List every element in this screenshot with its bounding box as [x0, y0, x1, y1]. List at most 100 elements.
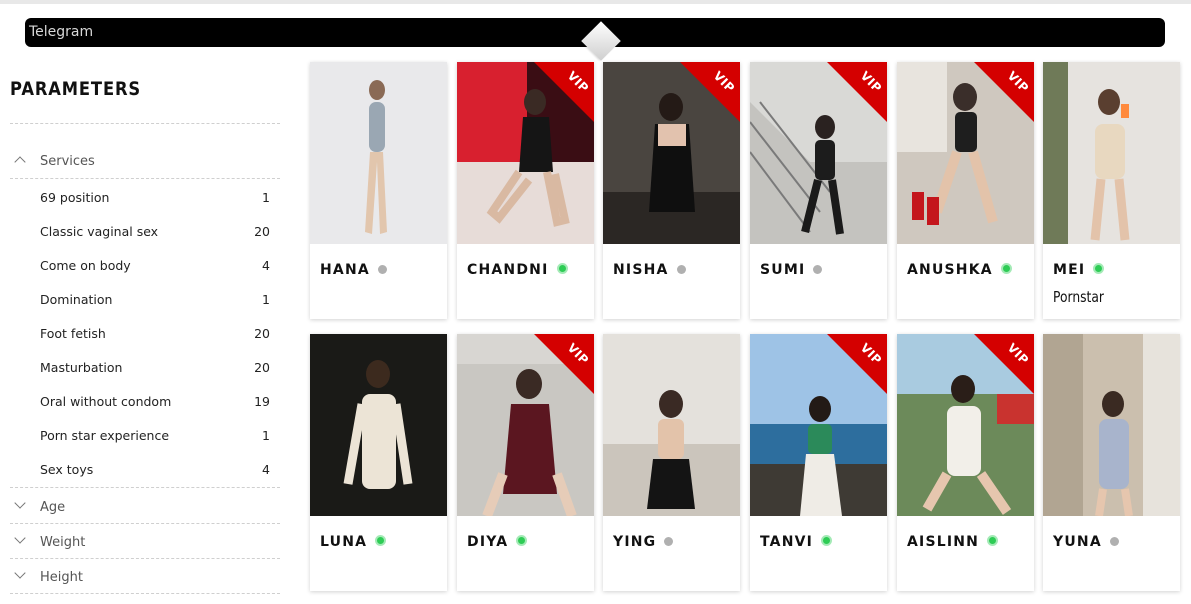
filter-group-age[interactable]: Age [10, 496, 280, 520]
service-count: 20 [254, 326, 270, 341]
service-count: 20 [254, 360, 270, 375]
profile-card-chandni[interactable]: VIP CHANDNI [457, 62, 594, 319]
filter-group-weight[interactable]: Weight [10, 531, 280, 555]
service-label: Sex toys [40, 462, 94, 477]
profile-card-mei[interactable]: MEI Pornstar [1043, 62, 1180, 319]
profile-name-line: TANVI [760, 534, 833, 550]
profile-photo: VIP [897, 334, 1034, 516]
profile-name-line: DIYA [467, 534, 528, 550]
service-label: Masturbation [40, 360, 123, 375]
chevron-down-icon [14, 497, 26, 509]
profile-card-sumi[interactable]: VIP SUMI [750, 62, 887, 319]
offline-status-dot [1109, 537, 1119, 546]
service-count: 4 [262, 258, 270, 273]
service-count: 1 [262, 292, 270, 307]
profile-name: ANUSHKA [907, 262, 993, 278]
service-label: Oral without condom [40, 394, 172, 409]
profile-card-hana[interactable]: HANA [310, 62, 447, 319]
filter-group-label: Weight [40, 535, 86, 550]
profile-photo [310, 334, 447, 516]
service-count: 19 [254, 394, 270, 409]
profile-photo [1043, 62, 1180, 244]
profile-name-line: ANUSHKA [907, 262, 1012, 278]
online-status-dot [1093, 263, 1105, 274]
profile-photo: VIP [603, 62, 740, 244]
online-status-dot [1000, 263, 1012, 274]
profile-name: YING [613, 534, 657, 550]
chevron-up-icon [14, 156, 26, 168]
top-edge [0, 0, 1191, 4]
profile-photo [1043, 334, 1180, 516]
service-label: Foot fetish [40, 326, 106, 341]
divider [10, 123, 280, 124]
profile-name: DIYA [467, 534, 509, 550]
profile-name-line: YING [613, 534, 674, 550]
filter-group-label: Services [40, 154, 95, 169]
service-label: Classic vaginal sex [40, 224, 159, 239]
filter-group-services[interactable]: Services [10, 150, 280, 174]
profile-name-line: MEI [1053, 262, 1105, 278]
online-status-dot [987, 535, 999, 546]
service-count: 20 [254, 224, 270, 239]
service-filter-item[interactable]: Sex toys 4 [40, 462, 270, 484]
online-status-dot [516, 535, 528, 546]
profile-card-nisha[interactable]: VIP NISHA [603, 62, 740, 319]
profile-name-line: SUMI [760, 262, 823, 278]
profile-card-diya[interactable]: VIP DIYA [457, 334, 594, 591]
service-label: Come on body [40, 258, 131, 273]
service-filter-item[interactable]: Classic vaginal sex 20 [40, 224, 270, 246]
profile-card-aislinn[interactable]: VIP AISLINN [897, 334, 1034, 591]
offline-status-dot [676, 265, 686, 274]
profile-card-luna[interactable]: LUNA [310, 334, 447, 591]
profile-photo: VIP [457, 62, 594, 244]
profile-name: LUNA [320, 534, 368, 550]
profile-card-yuna[interactable]: YUNA [1043, 334, 1180, 591]
profile-name: NISHA [613, 262, 669, 278]
profile-name-line: LUNA [320, 534, 387, 550]
profile-photo: VIP [897, 62, 1034, 244]
chevron-down-icon [14, 532, 26, 544]
offline-status-dot [664, 537, 674, 546]
profile-card-anushka[interactable]: VIP ANUSHKA [897, 62, 1034, 319]
service-filter-item[interactable]: Domination 1 [40, 292, 270, 314]
divider [10, 178, 280, 179]
filter-group-height[interactable]: Height [10, 566, 280, 590]
service-label: Porn star experience [40, 428, 170, 443]
chevron-down-icon [14, 567, 26, 579]
profile-name: AISLINN [907, 534, 980, 550]
profile-name-line: AISLINN [907, 534, 999, 550]
service-filter-item[interactable]: Porn star experience 1 [40, 428, 270, 450]
filter-group-label: Height [40, 570, 83, 585]
service-filter-item[interactable]: Foot fetish 20 [40, 326, 270, 348]
profile-name: SUMI [760, 262, 806, 278]
profile-name: HANA [320, 262, 370, 278]
offline-status-dot [813, 265, 823, 274]
profile-card-tanvi[interactable]: VIP TANVI [750, 334, 887, 591]
parameters-title: PARAMETERS [10, 78, 142, 100]
profile-photo: VIP [457, 334, 594, 516]
divider [10, 487, 280, 488]
service-filter-item[interactable]: 69 position 1 [40, 190, 270, 212]
profile-name: CHANDNI [467, 262, 549, 278]
divider [10, 523, 280, 524]
profile-name-line: HANA [320, 262, 387, 278]
profile-name: MEI [1053, 262, 1086, 278]
online-status-dot [556, 263, 568, 274]
profile-name-line: YUNA [1053, 534, 1119, 550]
service-filter-item[interactable]: Oral without condom 19 [40, 394, 270, 416]
service-count: 1 [262, 428, 270, 443]
profile-photo [603, 334, 740, 516]
profile-tag: Pornstar [1053, 288, 1104, 306]
profile-card-ying[interactable]: YING [603, 334, 740, 591]
service-count: 1 [262, 190, 270, 205]
profile-photo: VIP [750, 62, 887, 244]
service-filter-item[interactable]: Come on body 4 [40, 258, 270, 280]
profile-name-line: NISHA [613, 262, 686, 278]
offline-status-dot [377, 265, 387, 274]
profile-name: TANVI [760, 534, 814, 550]
divider [10, 558, 280, 559]
service-filter-item[interactable]: Masturbation 20 [40, 360, 270, 382]
service-label: Domination [40, 292, 113, 307]
online-status-dot [821, 535, 833, 546]
service-label: 69 position [40, 190, 110, 205]
